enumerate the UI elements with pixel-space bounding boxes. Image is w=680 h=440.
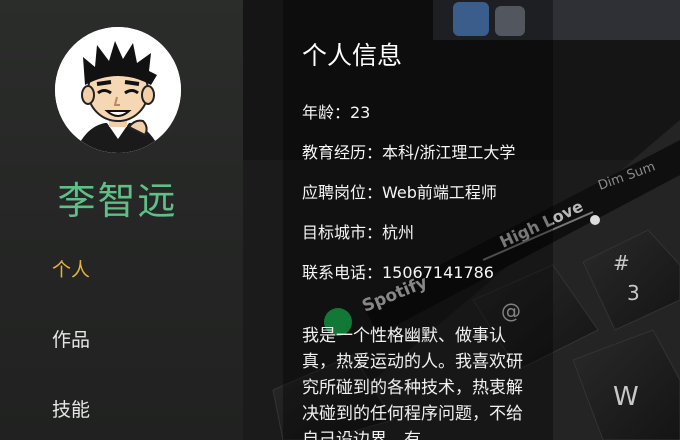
- nav-item-skills[interactable]: 技能: [52, 395, 90, 422]
- info-city: 目标城市：杭州: [302, 223, 415, 242]
- info-bio: 我是一个性格幽默、做事认真，热爱运动的人。我喜欢研究所碰到的各种技术，热衷解决碰…: [302, 326, 523, 440]
- svg-text:3: 3: [627, 281, 640, 305]
- sidebar: 李智远 个人 作品 技能: [0, 0, 243, 440]
- info-age: 年龄：23: [302, 103, 371, 122]
- profile-name: 李智远: [57, 179, 178, 223]
- info-phone: 联系电话：15067141786: [302, 263, 494, 282]
- nav-item-personal[interactable]: 个人: [52, 255, 90, 282]
- svg-text:#: #: [613, 251, 630, 275]
- info-position: 应聘岗位：Web前端工程师: [302, 183, 497, 202]
- main-panel: Dim Sum High Love Spotify # 3 @ W 个人信息 年…: [243, 0, 680, 440]
- nav-item-works[interactable]: 作品: [52, 325, 90, 352]
- info-education: 教育经历：本科/浙江理工大学: [302, 143, 516, 162]
- avatar-cartoon-icon: [55, 27, 181, 153]
- svg-text:W: W: [613, 382, 639, 412]
- info-title: 个人信息: [302, 41, 403, 70]
- avatar: [55, 27, 181, 153]
